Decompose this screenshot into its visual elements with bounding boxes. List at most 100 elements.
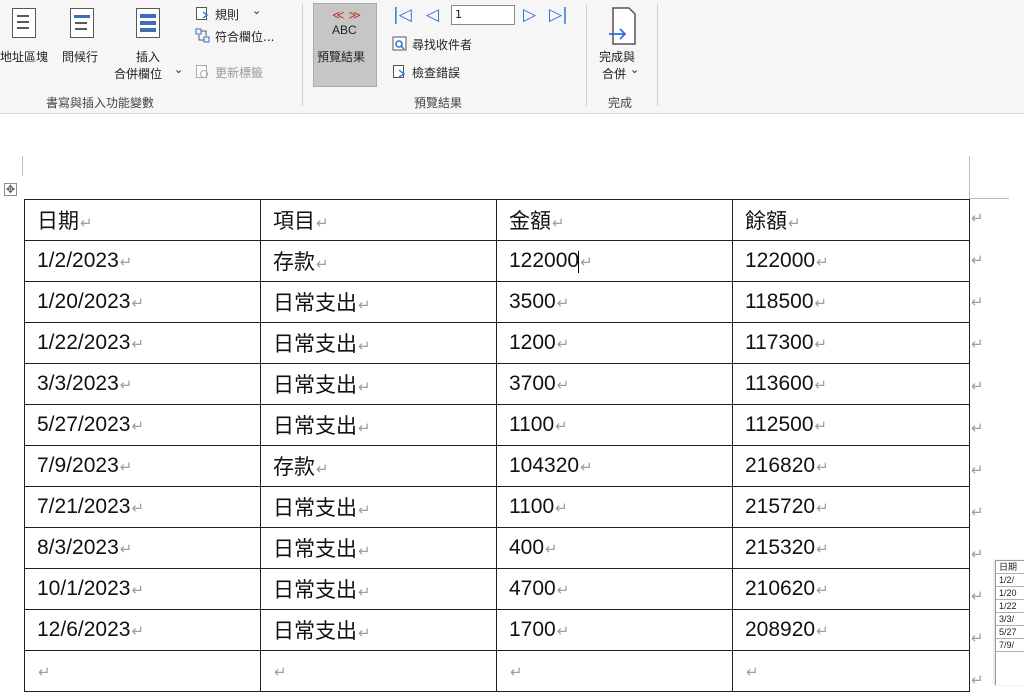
- cell-text: 日期: [37, 209, 79, 233]
- table-cell[interactable]: ↵: [260, 650, 497, 692]
- end-of-cell-mark: ↵: [556, 622, 570, 640]
- table-cell[interactable]: 5/27/2023↵: [24, 404, 261, 446]
- table-cell[interactable]: 1/20/2023↵: [24, 281, 261, 323]
- table-cell[interactable]: 日常支出↵: [260, 281, 497, 323]
- table-cell[interactable]: 日常支出↵: [260, 404, 497, 446]
- last-record-icon[interactable]: ▷|: [549, 6, 568, 24]
- match-fields-button[interactable]: 符合欄位...: [192, 26, 284, 46]
- table-cell[interactable]: 3700↵: [496, 363, 733, 405]
- update-labels-button[interactable]: 更新標籤: [192, 62, 284, 82]
- end-of-row-mark: ↵: [971, 335, 984, 353]
- table-cell[interactable]: 216820↵: [732, 445, 970, 487]
- table-cell[interactable]: 210620↵: [732, 568, 970, 610]
- table-cell[interactable]: 3500↵: [496, 281, 733, 323]
- update-labels-icon: [196, 65, 208, 78]
- table-cell[interactable]: 1/22/2023↵: [24, 322, 261, 364]
- table-cell[interactable]: 日常支出↵: [260, 609, 497, 651]
- table-row: 7/9/2023↵ 存款↵ 104320↵ 216820↵: [24, 445, 970, 487]
- table-cell[interactable]: 日常支出↵: [260, 363, 497, 405]
- table-cell[interactable]: 215720↵: [732, 486, 970, 528]
- cell-text: 存款: [273, 455, 315, 479]
- greeting-line-button[interactable]: 問候行: [60, 2, 108, 68]
- end-of-cell-mark: ↵: [131, 335, 145, 353]
- table-row: 7/21/2023↵ 日常支出↵ 1100↵ 215720↵: [24, 486, 970, 528]
- end-of-cell-mark: ↵: [358, 624, 371, 642]
- end-of-cell-mark: ↵: [131, 417, 145, 435]
- rules-icon: [196, 7, 209, 20]
- first-record-icon[interactable]: |◁: [393, 6, 412, 24]
- end-of-row-mark: ↵: [971, 377, 984, 395]
- finish-merge-button[interactable]: 完成與 合併 ⌄: [594, 2, 650, 86]
- table-cell[interactable]: 日常支出↵: [260, 568, 497, 610]
- rules-button[interactable]: 規則 ⌄: [192, 4, 272, 24]
- cell-text: 存款: [273, 250, 315, 274]
- table-preview-thumbnail[interactable]: 日期 1/2/1/20 1/22 3/3/5/27 7/9/: [995, 560, 1024, 685]
- preview-chevrons-icon: ≪ ≫: [332, 8, 361, 22]
- insert-merge-field-button[interactable]: 插入 合併欄位 ⌄: [112, 2, 184, 81]
- table-cell[interactable]: 215320↵: [732, 527, 970, 569]
- table-cell[interactable]: 122000↵: [732, 240, 970, 282]
- table-cell[interactable]: 1/2/2023↵: [24, 240, 261, 282]
- table-cell[interactable]: 日常支出↵: [260, 527, 497, 569]
- table-cell[interactable]: 4700↵: [496, 568, 733, 610]
- table-row: 8/3/2023↵ 日常支出↵ 400↵ 215320↵: [24, 527, 970, 569]
- address-block-button[interactable]: 地址區塊: [0, 2, 60, 68]
- table-cell[interactable]: 1100↵: [496, 404, 733, 446]
- text-cursor: [578, 251, 580, 274]
- table-header-cell[interactable]: 金額↵: [496, 199, 733, 241]
- preview-abc-glyph: ABC: [332, 23, 357, 37]
- preview-results-button[interactable]: ≪ ≫ ABC 預覽結果: [313, 3, 377, 87]
- table-cell[interactable]: 104320↵: [496, 445, 733, 487]
- cell-text: 日常支出: [273, 578, 357, 602]
- cell-text: 210620: [745, 577, 816, 600]
- cell-text: 215320: [745, 536, 816, 559]
- table-header-cell[interactable]: 餘額↵: [732, 199, 970, 241]
- table-cell[interactable]: 12/6/2023↵: [24, 609, 261, 651]
- find-recipient-button[interactable]: 尋找收件者: [390, 34, 500, 54]
- cell-text: 金額: [509, 209, 551, 233]
- table-cell[interactable]: 10/1/2023↵: [24, 568, 261, 610]
- table-cell[interactable]: 7/21/2023↵: [24, 486, 261, 528]
- table-cell[interactable]: 117300↵: [732, 322, 970, 364]
- table-cell[interactable]: 1200↵: [496, 322, 733, 364]
- table-cell[interactable]: 存款↵: [260, 240, 497, 282]
- record-number-input[interactable]: 1: [451, 5, 515, 25]
- previous-record-icon[interactable]: ◁: [426, 6, 439, 24]
- table-header-cell[interactable]: 項目↵: [260, 199, 497, 241]
- end-of-cell-mark: ↵: [555, 417, 568, 435]
- table-move-handle-icon[interactable]: ✥: [4, 183, 17, 196]
- table-cell[interactable]: 3/3/2023↵: [24, 363, 261, 405]
- table-cell[interactable]: 日常支出↵: [260, 486, 497, 528]
- table-cell[interactable]: 8/3/2023↵: [24, 527, 261, 569]
- table-cell[interactable]: 112500↵: [732, 404, 970, 446]
- end-of-cell-mark: ↵: [358, 419, 371, 437]
- table-cell[interactable]: 日常支出↵: [260, 322, 497, 364]
- end-of-row-mark: ↵: [971, 587, 984, 605]
- table-cell[interactable]: 113600↵: [732, 363, 970, 405]
- table-cell[interactable]: 1700↵: [496, 609, 733, 651]
- end-of-cell-mark: ↵: [119, 540, 133, 558]
- check-errors-button[interactable]: 檢查錯誤: [390, 62, 490, 82]
- table-cell[interactable]: 122000↵: [496, 240, 733, 282]
- end-of-cell-mark: ↵: [816, 540, 829, 558]
- table-cell[interactable]: 118500↵: [732, 281, 970, 323]
- update-labels-label: 更新標籤: [215, 66, 264, 80]
- table-header-cell[interactable]: 日期↵: [24, 199, 261, 241]
- table-cell[interactable]: ↵: [24, 650, 261, 692]
- cell-text: 日常支出: [273, 537, 357, 561]
- cell-text: 12/6/2023: [37, 618, 131, 641]
- table-cell[interactable]: 存款↵: [260, 445, 497, 487]
- table-cell[interactable]: 7/9/2023↵: [24, 445, 261, 487]
- table-cell[interactable]: 208920↵: [732, 609, 970, 651]
- end-of-cell-mark: ↵: [816, 581, 829, 599]
- end-of-cell-mark: ↵: [580, 252, 593, 271]
- table-cell[interactable]: 400↵: [496, 527, 733, 569]
- end-of-cell-mark: ↵: [814, 376, 828, 394]
- cell-text: 117300: [745, 331, 814, 354]
- table-cell[interactable]: 1100↵: [496, 486, 733, 528]
- next-record-icon[interactable]: ▷: [523, 6, 536, 24]
- table-cell[interactable]: ↵: [496, 650, 733, 692]
- end-of-cell-mark: ↵: [580, 458, 593, 476]
- table-cell[interactable]: ↵: [732, 650, 970, 692]
- cell-text: 208920: [745, 618, 816, 641]
